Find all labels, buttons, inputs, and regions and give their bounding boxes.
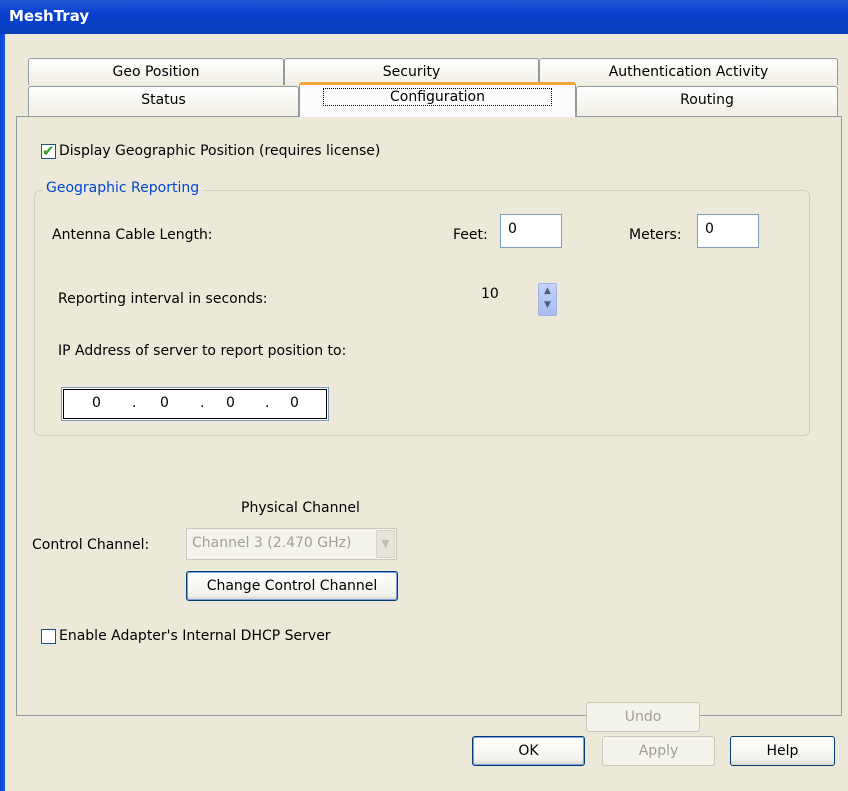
tab-routing[interactable]: Routing [576,86,838,117]
ip-dot: . [200,395,205,411]
feet-input[interactable]: 0 [500,214,562,248]
interval-spinner[interactable]: ▲ ▼ [538,283,557,316]
configuration-panel: ✔ Display Geographic Position (requires … [16,116,842,732]
tab-status[interactable]: Status [28,86,299,117]
tab-configuration[interactable]: Configuration [299,82,576,117]
spin-up-icon[interactable]: ▲ [539,284,556,298]
reporting-interval-value: 10 [481,286,499,302]
ip-dot: . [132,395,137,411]
physical-channel-label: Physical Channel [241,500,360,516]
feet-label: Feet: [453,227,488,243]
ip-octet-1[interactable]: 0 [92,395,101,411]
enable-dhcp-label: Enable Adapter's Internal DHCP Server [59,628,331,644]
ip-octet-2[interactable]: 0 [160,395,169,411]
chevron-down-icon[interactable]: ▼ [376,530,395,558]
antenna-cable-length-label: Antenna Cable Length: [52,227,213,243]
meters-input[interactable]: 0 [697,214,759,248]
dialog-body: Geo Position Security Authentication Act… [5,34,848,791]
display-geo-label: Display Geographic Position (requires li… [59,143,381,159]
reporting-interval-label: Reporting interval in seconds: [58,291,268,307]
geographic-reporting-title: Geographic Reporting [42,180,204,196]
ip-dot: . [265,395,270,411]
tab-label: Status [141,92,186,108]
spin-down-icon[interactable]: ▼ [539,298,556,312]
apply-button[interactable]: Apply [602,736,715,766]
tab-label: Configuration [323,88,552,106]
tab-label: Authentication Activity [608,64,769,80]
tab-geo-position[interactable]: Geo Position [28,58,284,85]
control-channel-label: Control Channel: [32,537,150,553]
checkmark-icon: ✔ [42,142,55,160]
tab-label: Routing [680,92,734,108]
ok-button[interactable]: OK [472,736,585,766]
ip-octet-3[interactable]: 0 [226,395,235,411]
ip-address-label: IP Address of server to report position … [58,343,347,359]
control-channel-select[interactable]: Channel 3 (2.470 GHz) ▼ [186,528,397,560]
meters-label: Meters: [629,227,682,243]
tab-security[interactable]: Security [284,58,539,85]
control-channel-value: Channel 3 (2.470 GHz) [192,535,352,551]
tab-authentication-activity[interactable]: Authentication Activity [539,58,838,85]
enable-dhcp-checkbox[interactable] [41,629,56,644]
title-bar[interactable]: MeshTray [0,0,848,34]
tab-label: Geo Position [112,64,200,80]
ip-address-field[interactable]: 0 . 0 . 0 . 0 [61,387,329,421]
window-title: MeshTray [9,7,90,25]
change-control-channel-button[interactable]: Change Control Channel [186,571,398,601]
undo-button[interactable]: Undo [586,702,700,732]
help-button[interactable]: Help [730,736,835,766]
tab-label: Security [382,64,441,80]
ip-octet-4[interactable]: 0 [290,395,299,411]
display-geo-checkbox[interactable]: ✔ [41,142,56,160]
